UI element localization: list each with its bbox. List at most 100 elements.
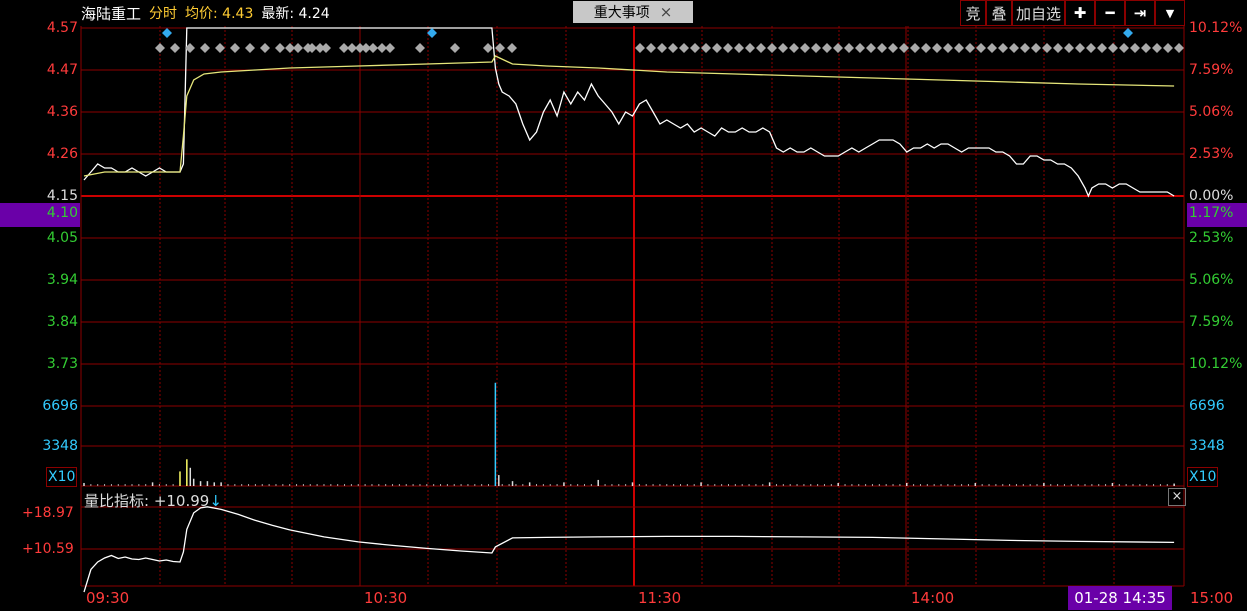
plus-icon[interactable]: ✚ [1065, 0, 1095, 26]
event-marker [385, 43, 395, 53]
event-marker [745, 43, 755, 53]
indicator-title-text: 量比指标: +10.99 [84, 492, 210, 510]
event-marker [1152, 43, 1162, 53]
price-tick-label: 4.05 [46, 230, 78, 246]
price-tick-label: 4.10 [46, 205, 78, 221]
percent-tick-label: 5.06% [1189, 104, 1234, 120]
last-price-label: 最新: 4.24 [261, 6, 330, 22]
event-marker [275, 43, 285, 53]
event-marker [321, 43, 331, 53]
event-marker [921, 43, 931, 53]
event-marker [877, 43, 887, 53]
event-marker [833, 43, 843, 53]
event-marker [1053, 43, 1063, 53]
percent-tick-label: 10.12% [1189, 20, 1243, 36]
event-marker [712, 43, 722, 53]
event-marker [200, 43, 210, 53]
chart-canvas[interactable] [0, 0, 1247, 611]
event-marker [483, 43, 493, 53]
price-tick-label: 4.15 [46, 188, 78, 204]
volume-multiplier-right: X10 [1187, 467, 1219, 487]
event-marker [1086, 43, 1096, 53]
event-marker [1031, 43, 1041, 53]
dropdown-icon[interactable]: ▼ [1155, 0, 1185, 26]
price-tick-label: 4.26 [46, 146, 78, 162]
percent-tick-label: 10.12% [1189, 356, 1243, 372]
major-events-label: 重大事项 [593, 5, 650, 21]
major-events-tab[interactable]: 重大事项 × [573, 1, 693, 23]
time-label-1130: 11:30 [638, 589, 682, 607]
percent-tick-label: 2.53% [1189, 146, 1234, 162]
event-marker [855, 43, 865, 53]
event-marker [965, 43, 975, 53]
volume-tick-label: 3348 [42, 438, 78, 454]
cursor-time-badge: 01-28 14:35 [1068, 586, 1172, 610]
price-tick-label: 3.73 [46, 356, 78, 372]
mode-label: 分时 [149, 6, 178, 22]
time-label-1030: 10:30 [364, 589, 408, 607]
event-marker [1130, 43, 1140, 53]
event-marker [789, 43, 799, 53]
percent-tick-label: 7.59% [1189, 62, 1234, 78]
event-marker [987, 43, 997, 53]
event-marker [1064, 43, 1074, 53]
stock-name[interactable]: 海陆重工 [81, 3, 141, 24]
percent-tick-label: 2.53% [1189, 230, 1234, 246]
time-label-1400: 14:00 [911, 589, 955, 607]
event-marker [756, 43, 766, 53]
minus-icon[interactable]: ━ [1095, 0, 1125, 26]
event-marker [1097, 43, 1107, 53]
event-marker [170, 43, 180, 53]
percent-tick-label: 0.00% [1189, 188, 1234, 204]
event-marker [954, 43, 964, 53]
event-marker [646, 43, 656, 53]
event-marker [293, 43, 303, 53]
event-marker [998, 43, 1008, 53]
price-tick-label: 3.84 [46, 314, 78, 330]
time-label-1500: 15:00 [1190, 589, 1234, 607]
event-marker [844, 43, 854, 53]
event-marker [1020, 43, 1030, 53]
event-marker [910, 43, 920, 53]
event-marker [723, 43, 733, 53]
percent-tick-label: 7.59% [1189, 314, 1234, 330]
event-marker [690, 43, 700, 53]
event-marker [734, 43, 744, 53]
volume-tick-label: 6696 [42, 398, 78, 414]
avg-price-label: 均价: 4.43 [185, 6, 254, 22]
price-tick-label: 3.94 [46, 272, 78, 288]
volume-multiplier-left: X10 [46, 467, 78, 487]
event-marker [215, 43, 225, 53]
event-marker [635, 43, 645, 53]
event-marker [800, 43, 810, 53]
event-marker [943, 43, 953, 53]
down-arrow-icon: ↓ [209, 492, 222, 510]
event-marker [1108, 43, 1118, 53]
stock-header: 海陆重工 分时 均价: 4.43 最新: 4.24 [81, 0, 330, 26]
event-marker [155, 43, 165, 53]
indicator-label-high: +18.97 [22, 505, 74, 521]
volume-tick-label: 6696 [1189, 398, 1225, 414]
close-icon[interactable]: × [660, 3, 673, 21]
event-marker [679, 43, 689, 53]
time-label-0930: 09:30 [86, 589, 130, 607]
event-marker [822, 43, 832, 53]
event-marker-blue [162, 28, 172, 38]
percent-tick-label: 5.06% [1189, 272, 1234, 288]
event-marker [1009, 43, 1019, 53]
add-watchlist-button[interactable]: 加自选 [1011, 0, 1065, 26]
price-tick-label: 4.57 [46, 20, 78, 36]
event-marker [668, 43, 678, 53]
auction-button[interactable]: 竞 [959, 0, 986, 26]
indicator-close-icon[interactable]: × [1168, 488, 1186, 506]
event-marker [368, 43, 378, 53]
event-marker [1163, 43, 1173, 53]
overlay-button[interactable]: 叠 [985, 0, 1012, 26]
jump-end-icon[interactable]: ⇥ [1125, 0, 1155, 26]
event-marker [1119, 43, 1129, 53]
event-marker [932, 43, 942, 53]
event-marker [1141, 43, 1151, 53]
event-marker [888, 43, 898, 53]
toolbar: 竞 叠 加自选 ✚ ━ ⇥ ▼ [959, 0, 1185, 26]
event-marker [1174, 43, 1184, 53]
